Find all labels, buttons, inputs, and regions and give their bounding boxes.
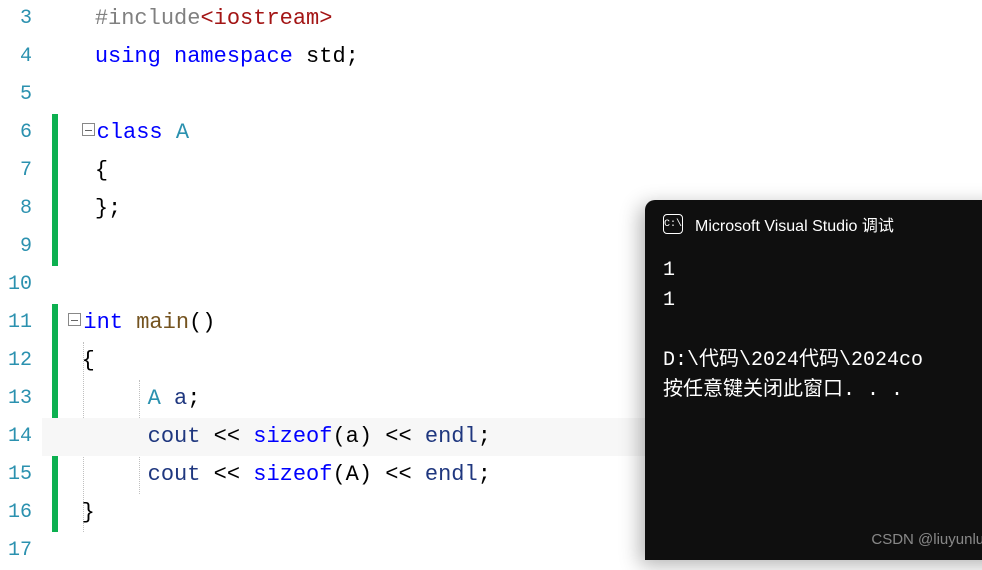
semicolon: ; <box>187 386 200 411</box>
line-number: 11 <box>0 304 32 342</box>
keyword: sizeof <box>253 462 332 487</box>
console-icon: C:\ <box>663 214 683 234</box>
fold-toggle-icon[interactable] <box>68 313 81 326</box>
identifier: std <box>293 44 346 69</box>
function-name: main <box>123 310 189 335</box>
line-number: 10 <box>0 266 32 304</box>
args: (A) <box>332 462 372 487</box>
keyword: sizeof <box>253 424 332 449</box>
operator: << <box>200 424 253 449</box>
brace: } <box>82 500 95 525</box>
line-number: 4 <box>0 38 32 76</box>
watermark-text: CSDN @liuyunluoxiao <box>871 531 982 548</box>
variable: a <box>161 386 187 411</box>
brace: { <box>82 348 95 373</box>
args: (a) <box>332 424 372 449</box>
operator: << <box>200 462 253 487</box>
line-number: 3 <box>0 0 32 38</box>
fold-toggle-icon[interactable] <box>82 123 95 136</box>
line-number: 6 <box>0 114 32 152</box>
console-icon-text: C:\ <box>664 219 682 230</box>
keyword: class <box>97 120 163 145</box>
preprocessor: #include <box>95 6 201 31</box>
line-number: 8 <box>0 190 32 228</box>
semicolon: ; <box>478 424 491 449</box>
code-line[interactable]: class A <box>42 114 982 152</box>
semicolon: ; <box>346 44 359 69</box>
include-header: <iostream> <box>200 6 332 31</box>
line-number: 12 <box>0 342 32 380</box>
identifier: cout <box>148 424 201 449</box>
class-name: A <box>163 120 189 145</box>
identifier: endl <box>425 424 478 449</box>
code-line[interactable]: using namespace std; <box>42 38 982 76</box>
semicolon: ; <box>478 462 491 487</box>
operator: << <box>372 462 425 487</box>
code-line[interactable] <box>42 76 982 114</box>
line-number-gutter: 3 4 5 6 7 8 9 10 11 12 13 14 15 16 17 <box>0 0 42 570</box>
console-titlebar[interactable]: C:\ Microsoft Visual Studio 调试 <box>645 200 982 248</box>
identifier: endl <box>425 462 478 487</box>
line-number: 7 <box>0 152 32 190</box>
line-number: 13 <box>0 380 32 418</box>
keyword: int <box>83 310 123 335</box>
console-title: Microsoft Visual Studio 调试 <box>695 212 894 236</box>
line-number: 17 <box>0 532 32 570</box>
line-number: 5 <box>0 76 32 114</box>
operator: << <box>372 424 425 449</box>
line-number: 16 <box>0 494 32 532</box>
line-number: 14 <box>0 418 32 456</box>
brace: { <box>95 158 108 183</box>
type-name: A <box>148 386 161 411</box>
identifier: cout <box>148 462 201 487</box>
brace: }; <box>95 196 121 221</box>
keyword: namespace <box>174 44 293 69</box>
keyword: using <box>95 44 161 69</box>
debug-console-window[interactable]: C:\ Microsoft Visual Studio 调试 1 1 D:\代码… <box>645 200 982 560</box>
line-number: 9 <box>0 228 32 266</box>
code-line[interactable]: #include<iostream> <box>42 0 982 38</box>
parens: () <box>189 310 215 335</box>
console-output[interactable]: 1 1 D:\代码\2024代码\2024co 按任意键关闭此窗口. . . <box>645 248 982 414</box>
line-number: 15 <box>0 456 32 494</box>
code-line[interactable]: { <box>42 152 982 190</box>
